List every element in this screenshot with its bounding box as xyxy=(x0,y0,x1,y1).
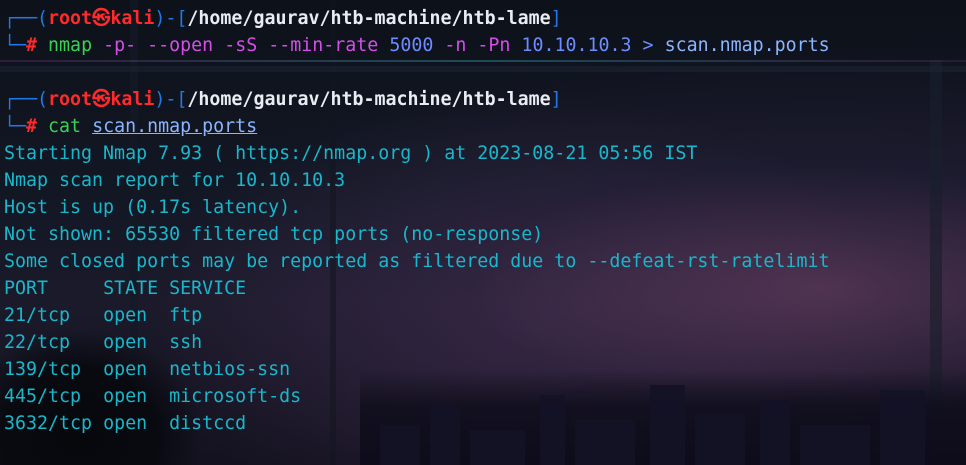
prompt-hash: # xyxy=(26,35,38,56)
prompt-line: ┌──(root㉿kali)-[/home/gaurav/htb-machine… xyxy=(4,5,966,32)
command-line[interactable]: └─# cat scan.nmap.ports xyxy=(4,113,966,140)
prompt-path: /home/gaurav/htb-machine/htb-lame xyxy=(187,8,551,29)
ports-table: PORT STATE SERVICE 21/tcp open ftp 22/tcp … xyxy=(4,275,966,437)
prompt-frame: )-[ xyxy=(154,8,188,29)
prompt-hash: # xyxy=(26,116,38,137)
command-arg: scan.nmap.ports xyxy=(664,35,830,56)
output-line: Not shown: 65530 filtered tcp ports (no-… xyxy=(4,224,544,245)
prompt-host: kali xyxy=(110,89,155,110)
prompt-path: /home/gaurav/htb-machine/htb-lame xyxy=(187,89,551,110)
table-cell: open xyxy=(103,386,170,407)
command-arg: -p- xyxy=(103,35,137,56)
terminal-window[interactable]: ┌──(root㉿kali)-[/home/gaurav/htb-machine… xyxy=(0,0,966,465)
command-program: nmap xyxy=(48,35,93,56)
prompt-user: root xyxy=(48,8,93,29)
command-args: scan.nmap.ports xyxy=(81,116,257,137)
command-arg: scan.nmap.ports xyxy=(92,116,258,137)
command-arg: -sS xyxy=(224,35,258,56)
table-cell: ssh xyxy=(169,332,203,353)
table-cell: netbios-ssn xyxy=(169,359,291,380)
table-cell: open xyxy=(103,359,170,380)
prompt-frame: ] xyxy=(550,8,562,29)
prompt-host: kali xyxy=(110,8,155,29)
command-line[interactable]: └─# nmap -p- --open -sS --min-rate 5000 … xyxy=(4,32,966,59)
table-row: 21/tcp open ftp xyxy=(4,302,966,329)
command-program: cat xyxy=(48,116,82,137)
table-header-cell: STATE xyxy=(103,278,170,299)
prompt-frame: )-[ xyxy=(154,89,188,110)
prompt-corner: └─ xyxy=(4,35,27,56)
prompt-frame: ] xyxy=(550,89,562,110)
prompt-frame: ┌──( xyxy=(4,8,49,29)
table-cell: 3632/tcp xyxy=(4,413,104,434)
terminal-output[interactable]: ┌──(root㉿kali)-[/home/gaurav/htb-machine… xyxy=(4,5,966,437)
table-cell: 139/tcp xyxy=(4,359,104,380)
table-cell: 445/tcp xyxy=(4,386,104,407)
prompt-user: root xyxy=(48,89,93,110)
table-header: PORT STATE SERVICE xyxy=(4,275,966,302)
output-line: Nmap scan report for 10.10.10.3 xyxy=(4,170,346,191)
command-arg: -n xyxy=(444,35,467,56)
command-args: -p- --open -sS --min-rate 5000 -n -Pn 10… xyxy=(92,35,830,56)
table-row: 3632/tcp open distccd xyxy=(4,410,966,437)
table-row: 139/tcp open netbios-ssn xyxy=(4,356,966,383)
output-line: Starting Nmap 7.93 ( https://nmap.org ) … xyxy=(4,143,698,164)
command-arg: 5000 xyxy=(389,35,434,56)
table-cell: 21/tcp xyxy=(4,305,104,326)
prompt-frame: ┌──( xyxy=(4,89,49,110)
table-header-cell: PORT xyxy=(4,278,104,299)
prompt-line: ┌──(root㉿kali)-[/home/gaurav/htb-machine… xyxy=(4,86,966,113)
command-arg: --min-rate xyxy=(268,35,379,56)
table-cell: ftp xyxy=(169,305,203,326)
table-row: 22/tcp open ssh xyxy=(4,329,966,356)
prompt-corner: └─ xyxy=(4,116,27,137)
command-arg: 10.10.10.3 xyxy=(521,35,632,56)
output-line: Host is up (0.17s latency). xyxy=(4,197,302,218)
skull-icon: ㉿ xyxy=(92,89,111,110)
table-row: 445/tcp open microsoft-ds xyxy=(4,383,966,410)
table-cell: distccd xyxy=(169,413,247,434)
command-arg: > xyxy=(642,35,654,56)
skull-icon: ㉿ xyxy=(92,8,111,29)
command-arg: --open xyxy=(147,35,214,56)
output-line: Some closed ports may be reported as fil… xyxy=(4,251,830,272)
table-cell: open xyxy=(103,332,170,353)
table-cell: open xyxy=(103,413,170,434)
table-cell: open xyxy=(103,305,170,326)
table-cell: microsoft-ds xyxy=(169,386,302,407)
table-cell: 22/tcp xyxy=(4,332,104,353)
command-arg: -Pn xyxy=(477,35,511,56)
table-header-cell: SERVICE xyxy=(169,278,247,299)
